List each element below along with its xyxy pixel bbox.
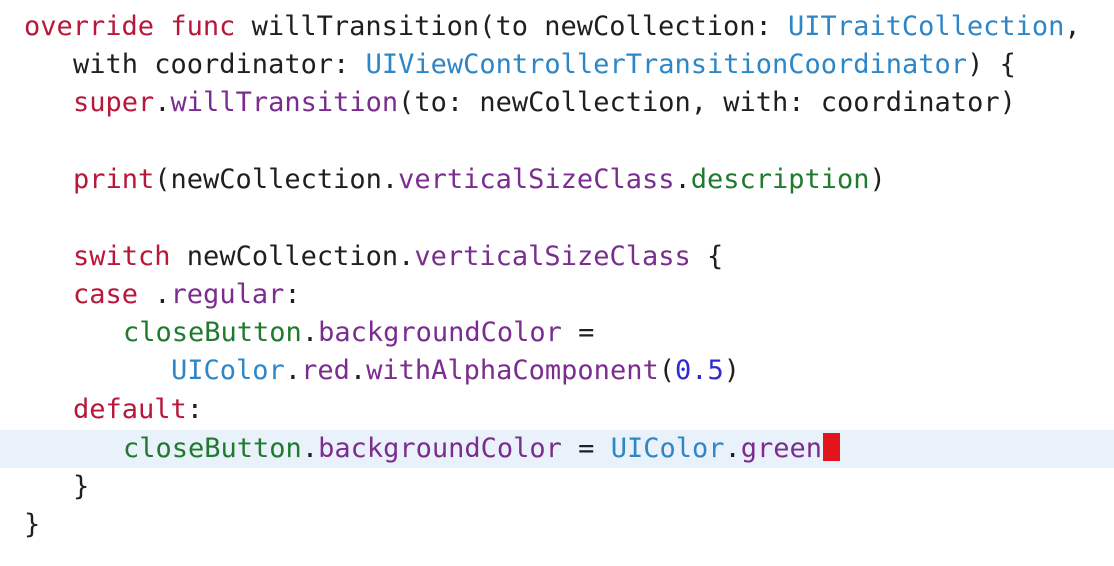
open-paren: ( xyxy=(658,355,675,386)
keyword-switch: switch xyxy=(73,241,171,272)
dot: . xyxy=(154,87,171,118)
property-name: backgroundColor xyxy=(318,317,562,348)
keyword-case: case xyxy=(73,279,139,310)
open-brace: { xyxy=(690,241,724,272)
enum-value: regular xyxy=(170,279,285,310)
function-print: print xyxy=(73,164,155,195)
code-line: UIColor.red.withAlphaComponent(0.5) xyxy=(0,352,1114,390)
code-content: } xyxy=(24,506,40,544)
dot: . xyxy=(724,433,741,464)
color-green: green xyxy=(740,433,823,464)
code-content: } xyxy=(73,468,89,506)
code-line: default: xyxy=(0,391,1114,429)
keyword-override: override xyxy=(24,11,155,42)
dot: . xyxy=(284,355,302,386)
code-content: with coordinator: UIViewControllerTransi… xyxy=(73,46,1016,84)
variable-name: closeButton xyxy=(123,317,302,348)
variable-name: closeButton xyxy=(123,433,302,464)
current-line-highlight[interactable]: closeButton.backgroundColor = UIColor.gr… xyxy=(0,430,1114,468)
code-line: super.willTransition(to: newCollection, … xyxy=(0,84,1114,122)
dot: . xyxy=(674,164,691,195)
type-name: UIViewControllerTransitionCoordinator xyxy=(365,49,968,80)
case-dot: . xyxy=(138,279,171,310)
code-content: closeButton.backgroundColor = xyxy=(123,314,594,352)
code-content: UIColor.red.withAlphaComponent(0.5) xyxy=(171,352,740,390)
property-name: backgroundColor xyxy=(318,433,562,464)
parameter-label: with coordinator: xyxy=(73,49,366,80)
property-name: verticalSizeClass xyxy=(414,241,691,272)
property-name: verticalSizeClass xyxy=(398,164,675,195)
type-name: UIColor xyxy=(171,355,285,386)
code-content: switch newCollection.verticalSizeClass { xyxy=(73,238,723,276)
code-line: case .regular: xyxy=(0,276,1114,314)
close-brace: } xyxy=(24,509,41,540)
code-line: print(newCollection.verticalSizeClass.de… xyxy=(0,161,1114,199)
comma: , xyxy=(1064,11,1081,42)
keyword-func: func xyxy=(170,11,236,42)
code-line: with coordinator: UIViewControllerTransi… xyxy=(0,46,1114,84)
code-line: closeButton.backgroundColor = xyxy=(0,314,1114,352)
assignment: = xyxy=(561,317,595,348)
method-call: willTransition xyxy=(170,87,399,118)
dot: . xyxy=(349,355,367,386)
number-literal: 0.5 xyxy=(674,355,724,386)
code-content: default: xyxy=(73,391,203,429)
color-red: red xyxy=(301,355,350,386)
code-content: case .regular: xyxy=(73,276,301,314)
signature-end: ) { xyxy=(967,49,1016,80)
dot: . xyxy=(301,317,319,348)
code-content: override func willTransition(to newColle… xyxy=(24,8,1081,46)
type-name: UITraitCollection xyxy=(788,11,1065,42)
code-editor[interactable]: override func willTransition(to newColle… xyxy=(0,0,1114,566)
text-cursor xyxy=(823,433,841,461)
function-signature: willTransition(to newCollection: xyxy=(251,11,789,42)
keyword-default: default xyxy=(73,394,187,425)
code-line: } xyxy=(0,468,1114,506)
method-call: withAlphaComponent xyxy=(366,355,659,386)
dot: . xyxy=(301,433,319,464)
code-line: } xyxy=(0,506,1114,544)
code-content: print(newCollection.verticalSizeClass.de… xyxy=(73,161,886,199)
code-content: closeButton.backgroundColor = UIColor.gr… xyxy=(123,430,841,468)
arguments: (to: newCollection, with: coordinator) xyxy=(398,87,1016,118)
argument-start: (newCollection. xyxy=(154,164,399,195)
close-paren: ) xyxy=(723,355,741,386)
code-line: switch newCollection.verticalSizeClass { xyxy=(0,238,1114,276)
assignment: = xyxy=(561,433,611,464)
close-paren: ) xyxy=(869,164,886,195)
colon: : xyxy=(186,394,204,425)
colon: : xyxy=(284,279,301,310)
switch-subject: newCollection. xyxy=(170,241,415,272)
code-content: super.willTransition(to: newCollection, … xyxy=(73,84,1016,122)
keyword-super: super xyxy=(73,87,155,118)
property-description: description xyxy=(690,164,870,195)
close-brace: } xyxy=(73,471,90,502)
type-name: UIColor xyxy=(610,433,725,464)
code-line: override func willTransition(to newColle… xyxy=(0,8,1114,46)
